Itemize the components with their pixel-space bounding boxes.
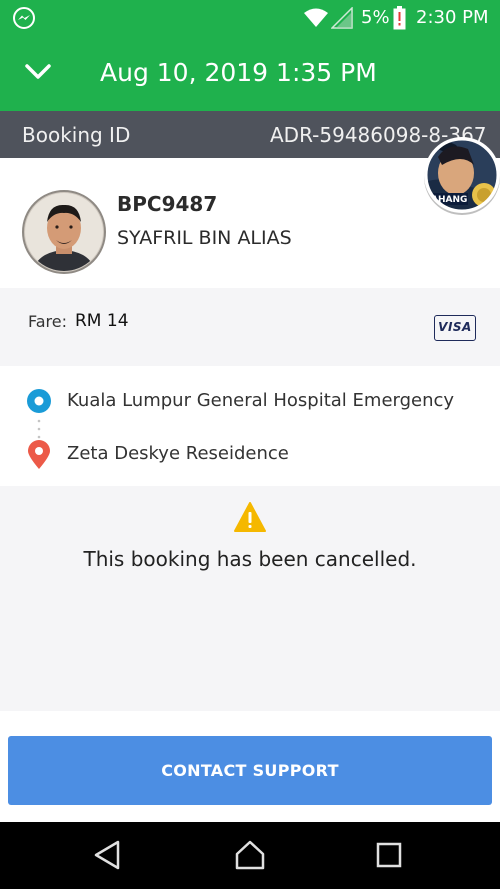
cancellation-message: This booking has been cancelled. — [83, 547, 417, 571]
booking-date-time: Aug 10, 2019 1:35 PM — [100, 58, 377, 87]
pickup-pin-icon — [27, 389, 51, 413]
driver-avatar — [22, 190, 106, 274]
battery-icon — [393, 6, 406, 30]
vehicle-plate: BPC9487 — [117, 192, 218, 216]
contact-support-button[interactable]: CONTACT SUPPORT — [8, 736, 492, 805]
route-connector — [37, 419, 41, 439]
cancellation-notice: This booking has been cancelled. — [0, 486, 500, 711]
route-section: Kuala Lumpur General Hospital Emergency … — [0, 366, 500, 486]
fare-value: RM 14 — [75, 311, 129, 331]
chevron-down-icon[interactable] — [24, 60, 52, 84]
booking-id-label: Booking ID — [22, 123, 131, 147]
status-bar: 5% 2:30 PM — [0, 0, 500, 36]
fare-section: Fare: RM 14 VISA — [0, 288, 500, 366]
dropoff-pin-icon — [28, 440, 50, 469]
pickup-address: Kuala Lumpur General Hospital Emergency — [67, 390, 455, 411]
nav-back-icon[interactable] — [92, 838, 126, 872]
system-nav-bar — [0, 822, 500, 889]
fare-label: Fare: — [28, 312, 67, 331]
nav-home-icon[interactable] — [233, 838, 267, 872]
nav-recents-icon[interactable] — [372, 838, 406, 872]
battery-percent: 5% — [361, 7, 390, 28]
driver-name: SYAFRIL BIN ALIAS — [117, 227, 292, 249]
payment-method-badge: VISA — [434, 315, 476, 341]
clock: 2:30 PM — [416, 7, 489, 28]
wifi-icon — [304, 8, 328, 27]
footer: CONTACT SUPPORT — [0, 711, 500, 822]
cell-signal-icon — [331, 7, 353, 29]
messenger-icon — [13, 7, 35, 29]
app-bar: Aug 10, 2019 1:35 PM — [0, 36, 500, 111]
warning-icon — [234, 502, 266, 532]
floating-chat-head[interactable]: AHANG — [422, 135, 500, 219]
dropoff-address: Zeta Deskye Reseidence — [67, 443, 289, 464]
